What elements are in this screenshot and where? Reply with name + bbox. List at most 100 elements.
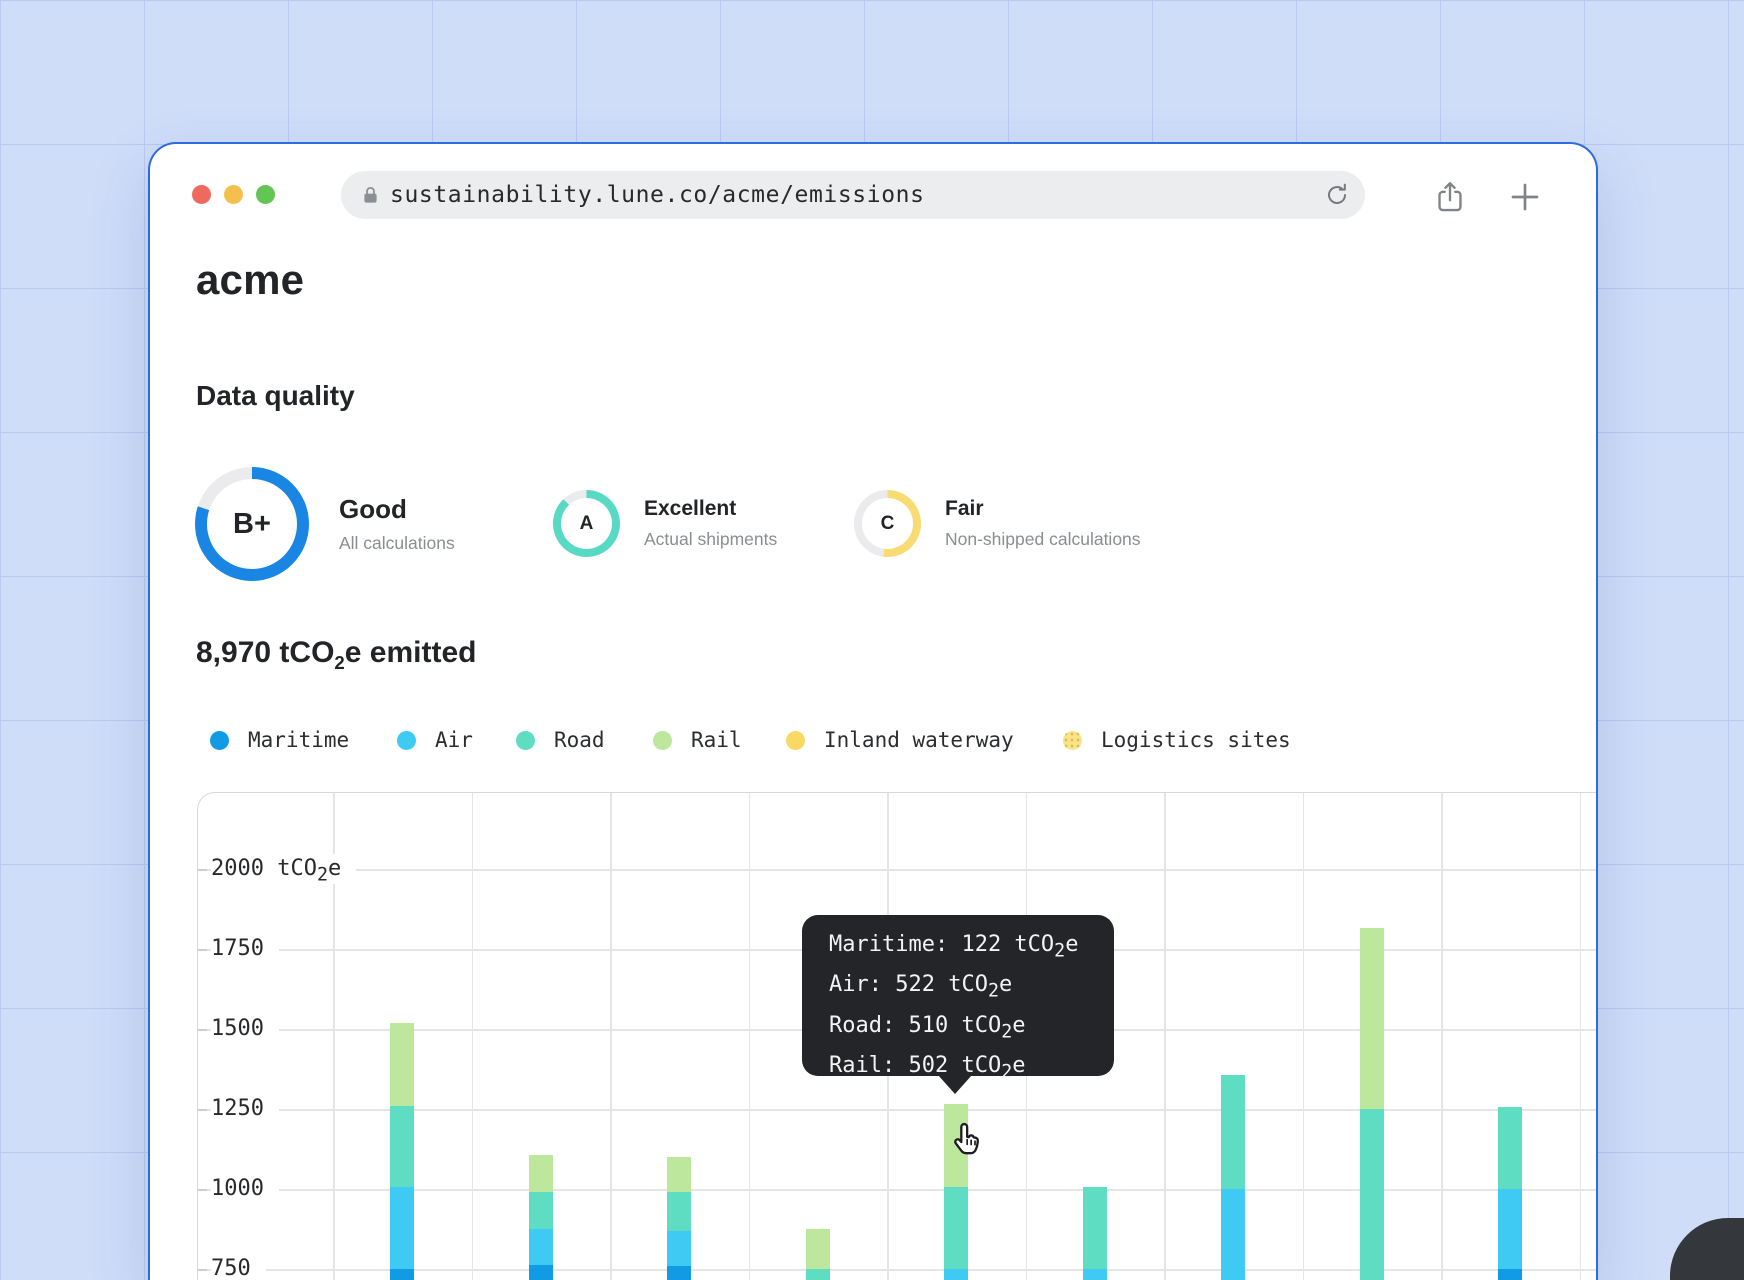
bar-segment-road [667, 1192, 692, 1231]
desktop-background: sustainability.lune.co/acme/emissions ac… [0, 0, 1744, 1280]
tooltip-line: Maritime: 122 tCO2e [829, 932, 1079, 962]
window-close-button[interactable] [192, 185, 211, 204]
legend-color-dot [210, 730, 229, 750]
quality-badge-fair: C Fair Non-shipped calculations [854, 490, 1141, 557]
legend-color-dot [397, 730, 416, 750]
chart-bar-7[interactable] [1221, 1075, 1246, 1280]
tooltip-line: Road: 510 tCO2e [829, 1012, 1026, 1043]
legend-label: Logistics sites [1101, 728, 1291, 752]
bar-segment-air [944, 1268, 969, 1280]
bar-segment-maritime [528, 1264, 553, 1280]
quality-ring-a: A [553, 490, 620, 557]
quality-label: Fair [945, 497, 984, 520]
lock-icon [364, 187, 377, 203]
bar-segment-road [1221, 1075, 1246, 1189]
chart-tooltip: Maritime: 122 tCO2e Air: 522 tCO2e Road: 5… [802, 915, 1114, 1094]
y-axis-label: 2000 tCO2e [211, 854, 357, 885]
chart-bar-1[interactable] [390, 1022, 415, 1280]
quality-label: Good [339, 494, 407, 524]
quality-badge-good: B+ Good All calculations [195, 467, 455, 581]
refresh-icon[interactable] [1323, 181, 1351, 209]
bar-segment-air [1498, 1188, 1523, 1269]
tooltip-line: Air: 522 tCO2e [829, 972, 1013, 1002]
legend-item-logistics-sites[interactable]: Logistics sites [1063, 728, 1291, 752]
bar-segment-maritime [667, 1266, 692, 1280]
section-title-data-quality: Data quality [196, 380, 355, 411]
bar-segment-rail [805, 1229, 830, 1269]
chart-bar-8[interactable] [1359, 928, 1384, 1280]
bar-segment-air [1221, 1188, 1246, 1280]
legend-label: Air [435, 728, 473, 752]
chart-bar-3[interactable] [667, 1157, 692, 1280]
quality-ring-b-plus: B+ [195, 467, 309, 581]
bar-segment-maritime [1498, 1268, 1523, 1280]
url-bar[interactable]: sustainability.lune.co/acme/emissions [341, 171, 1365, 219]
legend-item-road[interactable]: Road [516, 728, 605, 752]
quality-sublabel: All calculations [339, 533, 455, 553]
y-axis-tick [198, 1269, 207, 1271]
y-axis-label: 750 [211, 1254, 266, 1280]
window-minimize-button[interactable] [224, 185, 243, 204]
bar-segment-road [944, 1187, 969, 1269]
emissions-chart: Maritime: 122 tCO2e Air: 522 tCO2e Road: 5… [197, 792, 1596, 1280]
chart-bar-2[interactable] [528, 1155, 553, 1280]
gridline-vertical [1302, 793, 1304, 1280]
bar-segment-air [667, 1230, 692, 1267]
plus-icon[interactable] [1508, 180, 1542, 214]
chart-bar-9[interactable] [1498, 1107, 1523, 1280]
bar-segment-rail [667, 1157, 692, 1193]
page-title: acme [196, 256, 305, 303]
quality-grade: B+ [233, 507, 271, 540]
share-icon[interactable] [1433, 180, 1467, 214]
background-corner-card [1670, 1218, 1744, 1280]
legend-color-dot [516, 730, 535, 750]
legend-label: Road [554, 728, 605, 752]
chart-legend: Maritime Air Road Rail Inland waterway Logist… [150, 728, 1596, 756]
legend-item-inland-waterway[interactable]: Inland waterway [786, 728, 1014, 752]
quality-grade: C [880, 512, 895, 534]
bar-segment-rail [1359, 928, 1384, 1109]
y-axis-tick [198, 1189, 207, 1191]
gridline-vertical [610, 793, 612, 1280]
legend-label: Rail [691, 728, 742, 752]
chart-bar-4[interactable] [805, 1229, 830, 1280]
legend-label: Inland waterway [824, 728, 1014, 752]
gridline-vertical [1164, 793, 1166, 1280]
y-axis-tick [198, 1109, 207, 1111]
bar-segment-road [1082, 1187, 1107, 1269]
quality-sublabel: Non-shipped calculations [945, 529, 1141, 549]
bar-segment-road [1359, 1108, 1384, 1280]
legend-item-rail[interactable]: Rail [653, 728, 742, 752]
y-axis-label: 1750 [211, 934, 279, 964]
y-axis-tick [198, 869, 207, 871]
bar-segment-maritime [390, 1268, 415, 1280]
y-axis-tick [198, 1029, 207, 1031]
chart-bar-6[interactable] [1082, 1187, 1107, 1280]
quality-label: Excellent [644, 497, 737, 520]
quality-badge-excellent: A Excellent Actual shipments [553, 490, 777, 557]
gridline-horizontal [198, 869, 1596, 871]
bar-segment-road [1498, 1107, 1523, 1189]
bar-segment-road [528, 1192, 553, 1229]
browser-window: sustainability.lune.co/acme/emissions ac… [148, 142, 1598, 1280]
bar-segment-road [390, 1105, 415, 1188]
window-zoom-button[interactable] [256, 185, 275, 204]
y-axis-label: 1500 [211, 1014, 279, 1044]
bar-segment-air [528, 1228, 553, 1265]
legend-item-air[interactable]: Air [397, 728, 473, 752]
emissions-heading: 8,970 tCO2e emitted [196, 636, 477, 673]
quality-ring-c: C [854, 490, 921, 557]
legend-color-dot [653, 730, 672, 750]
y-axis-label: 1000 [211, 1174, 279, 1204]
bar-segment-rail [528, 1155, 553, 1193]
bar-segment-rail [390, 1022, 415, 1106]
legend-color-dot [786, 730, 805, 750]
gridline-vertical [1441, 793, 1443, 1280]
legend-color-dot [1063, 730, 1082, 750]
quality-sublabel: Actual shipments [644, 529, 778, 549]
gridline-vertical [471, 793, 473, 1280]
bar-segment-road [805, 1269, 830, 1280]
hand-cursor-icon [954, 1122, 979, 1155]
tooltip-arrow [938, 1075, 972, 1094]
legend-item-maritime[interactable]: Maritime [210, 728, 349, 752]
